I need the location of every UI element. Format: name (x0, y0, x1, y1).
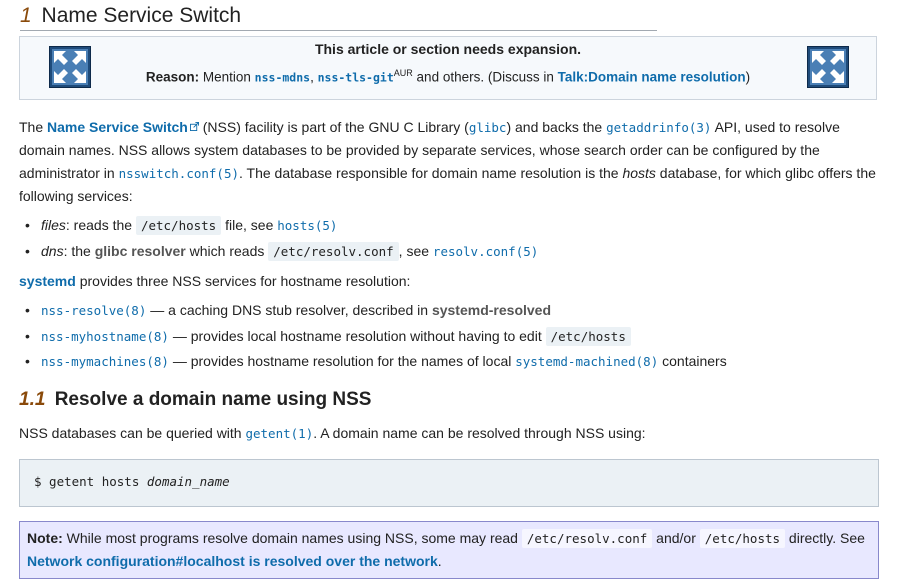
glibc-link[interactable]: glibc (469, 120, 507, 135)
systemd-text: provides three NSS services for hostname… (79, 273, 411, 289)
etc-hosts-code: /etc/hosts (135, 216, 222, 235)
nss-mdns-link[interactable]: nss-mdns (255, 71, 310, 85)
reason-label: Reason: (145, 69, 200, 85)
nss-myhostname-link[interactable]: nss-myhostname(8) (41, 329, 169, 344)
etc-resolv-conf-code: /etc/resolv.conf (268, 241, 399, 261)
external-link-icon (189, 122, 199, 131)
section-number: 1 (20, 4, 32, 27)
intro-text: The (19, 119, 44, 135)
intro-paragraph: The Name Service Switch (NSS) facility i… (19, 116, 881, 208)
network-configuration-link[interactable]: Network configuration#localhost is resol… (27, 553, 438, 569)
aur-superscript: AUR (393, 68, 413, 78)
hosts-man-link[interactable]: hosts(5) (277, 218, 337, 233)
note-text: directly. See (788, 530, 865, 546)
note-text: While most programs resolve domain names… (66, 530, 518, 546)
systemd-paragraph: systemd provides three NSS services for … (19, 270, 881, 293)
list-item: dns: the glibc resolver which reads /etc… (19, 239, 881, 265)
etc-hosts-code: /etc/hosts (545, 326, 631, 346)
getent-man-link[interactable]: getent(1) (245, 426, 313, 441)
list-item: files: reads the /etc/hosts file, see ho… (19, 213, 881, 239)
systemd-machined-link[interactable]: systemd-machined(8) (515, 354, 658, 369)
item-text: — a caching DNS stub resolver, described… (150, 302, 429, 318)
code-command: $ getent hosts (34, 474, 140, 489)
hosts-emphasis: hosts (622, 165, 656, 181)
close-paren: ) (745, 69, 751, 85)
reason-text-2: and others. (Discuss in (416, 69, 554, 85)
note-text: and/or (656, 530, 696, 546)
note-text: . (437, 553, 442, 569)
item-text: : reads the (65, 217, 133, 233)
item-text: : the (63, 242, 91, 259)
code-argument: domain_name (146, 474, 230, 489)
getaddrinfo-link[interactable]: getaddrinfo(3) (606, 120, 711, 135)
note-label: Note: (27, 530, 63, 546)
item-text: , see (398, 242, 430, 259)
nss-wikipedia-link[interactable]: Name Service Switch (47, 119, 188, 135)
intro-text: . The database responsible for domain na… (239, 165, 619, 181)
expansion-notice-box: This article or section needs expansion.… (19, 36, 877, 100)
service-name: files (41, 217, 66, 233)
systemd-resolved-link[interactable]: systemd-resolved (432, 302, 551, 318)
glibc-services-list: files: reads the /etc/hosts file, see ho… (19, 213, 881, 264)
item-text: containers (662, 353, 727, 369)
intro-text: ) and backs the (506, 119, 603, 135)
note-box: Note: While most programs resolve domain… (19, 521, 879, 579)
separator: , (310, 69, 314, 85)
service-name: dns (41, 242, 64, 259)
intro-text: (NSS) facility is part of the GNU C Libr… (202, 119, 469, 135)
expansion-reason: Reason: Mention nss-mdns, nss-tls-gitAUR… (20, 68, 876, 85)
glibc-resolver-link[interactable]: glibc resolver (95, 243, 186, 259)
nss-query-paragraph: NSS databases can be queried with getent… (19, 422, 881, 445)
item-text: — provides hostname resolution for the n… (172, 353, 512, 369)
systemd-link[interactable]: systemd (19, 273, 76, 289)
etc-resolv-conf-code: /etc/resolv.conf (521, 529, 653, 548)
nss-resolve-link[interactable]: nss-resolve(8) (41, 303, 146, 318)
query-text: . A domain name can be resolved through … (313, 425, 646, 441)
query-text: NSS databases can be queried with (19, 425, 242, 441)
list-item: nss-mymachines(8) — provides hostname re… (19, 349, 881, 375)
section-heading-name-service-switch: 1 Name Service Switch (20, 3, 657, 31)
resolv-conf-man-link[interactable]: resolv.conf(5) (433, 244, 538, 259)
nss-tls-git-link[interactable]: nss-tls-git (318, 71, 394, 85)
item-text: file, see (225, 217, 274, 233)
etc-hosts-code: /etc/hosts (699, 529, 786, 548)
item-text: — provides local hostname resolution wit… (172, 327, 542, 344)
item-text: which reads (189, 242, 265, 259)
subsection-heading-resolve-domain: 1.1 Resolve a domain name using NSS (19, 387, 371, 413)
section-title: Name Service Switch (41, 4, 242, 27)
code-block: $ getent hosts domain_name (19, 459, 879, 507)
systemd-services-list: nss-resolve(8) — a caching DNS stub reso… (19, 298, 881, 375)
section-number: 1.1 (19, 389, 46, 410)
nsswitch-conf-link[interactable]: nsswitch.conf(5) (119, 166, 239, 181)
section-title: Resolve a domain name using NSS (54, 389, 372, 410)
nss-mymachines-link[interactable]: nss-mymachines(8) (41, 354, 169, 369)
list-item: nss-resolve(8) — a caching DNS stub reso… (19, 298, 881, 324)
list-item: nss-myhostname(8) — provides local hostn… (19, 324, 881, 350)
expansion-title: This article or section needs expansion. (314, 41, 582, 57)
reason-text: Mention (202, 69, 251, 85)
talk-page-link[interactable]: Talk:Domain name resolution (558, 70, 746, 85)
